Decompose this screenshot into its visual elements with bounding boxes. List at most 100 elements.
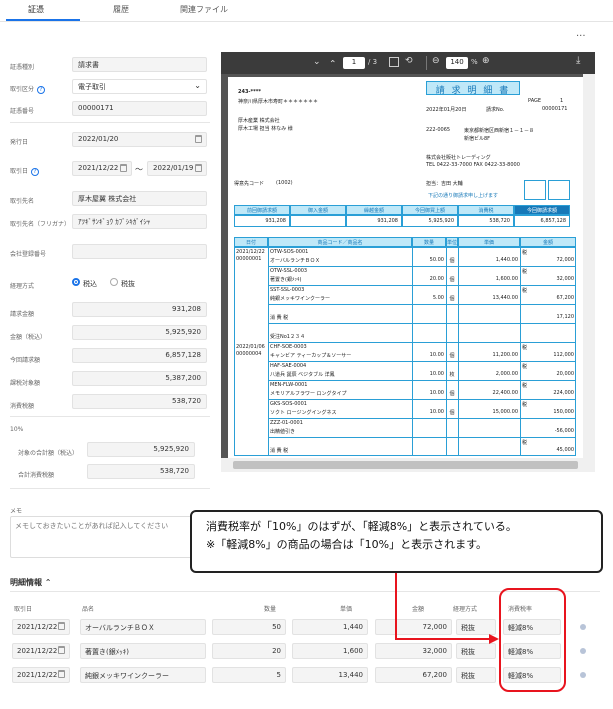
summary-value: 931,208 — [346, 215, 402, 227]
calendar-icon[interactable] — [58, 646, 65, 654]
zoom-out-icon[interactable]: ⊖ — [432, 56, 440, 66]
row-action-icon[interactable] — [580, 624, 586, 630]
chevron-up-icon[interactable]: ⌃ — [45, 578, 52, 587]
this-billing-field[interactable]: 6,857,128 — [72, 348, 207, 363]
horizontal-scrollbar[interactable] — [221, 458, 595, 472]
tax-base-field[interactable]: 5,387,200 — [72, 371, 207, 386]
tab-evidence[interactable]: 証憑 — [28, 4, 44, 15]
row-name-field[interactable]: 純銀メッキワインクーラー — [80, 667, 206, 683]
summary-header: 御入金額 — [290, 205, 346, 215]
tax-method-label: 経理方式 — [10, 283, 35, 290]
amount-taxin-field[interactable]: 5,925,920 — [72, 325, 207, 340]
rate-tax-field[interactable]: 538,720 — [87, 464, 195, 479]
divider — [10, 416, 210, 417]
item-price: 2,000.00 — [495, 371, 518, 377]
row-date-field[interactable]: 2021/12/22 — [12, 643, 70, 659]
row-action-icon[interactable] — [580, 672, 586, 678]
partner-kana-field[interactable]: ｱﾂｷﾞｻﾝｷﾞｮｳ ｶﾌﾞｼｷｶﾞｲｼｬ — [72, 214, 207, 229]
row-price-field[interactable]: 13,440 — [292, 667, 368, 683]
doc-type-field[interactable]: 請求書 — [72, 57, 207, 72]
transaction-type-select[interactable]: 電子取引 ⌄ — [72, 79, 207, 94]
row-amount-field[interactable]: 72,000 — [375, 619, 452, 635]
consumption-tax-label: 消費税額 — [10, 403, 35, 410]
summary-value: 5,925,920 — [402, 215, 458, 227]
next-page-icon[interactable]: ⌄ — [329, 57, 337, 67]
row-date-field[interactable]: 2021/12/22 — [12, 667, 70, 683]
fit-page-icon[interactable] — [389, 57, 399, 67]
transaction-date-to[interactable]: 2022/01/19 — [147, 161, 207, 176]
radio-tax-inclusive[interactable] — [72, 278, 80, 286]
row-action-icon[interactable] — [580, 648, 586, 654]
annotation-arrow — [395, 638, 491, 640]
row-amount-field[interactable]: 32,000 — [375, 643, 452, 659]
zoom-input[interactable]: 140 — [446, 57, 468, 69]
amount-total-field[interactable]: 931,208 — [72, 302, 207, 317]
radio-tax-exclusive[interactable] — [110, 278, 118, 286]
rotate-icon[interactable]: ⟲ — [405, 56, 413, 66]
details-section-title[interactable]: 明細情報 ⌃ — [10, 577, 52, 588]
item-amount: 67,200 — [556, 295, 575, 301]
annotation-callout: 消費税率が「10%」のはずが、「軽減8%」と表示されている。 ※「軽減8%」の商… — [190, 510, 603, 573]
item-price: 11,200.00 — [492, 352, 518, 358]
item-amount: 224,000 — [553, 390, 574, 396]
calendar-icon[interactable] — [58, 670, 65, 678]
row-method-field[interactable]: 税抜 — [456, 619, 496, 635]
tax-rate-highlight — [499, 588, 566, 692]
prev-page-icon[interactable]: ⌄ — [313, 57, 321, 67]
item-qty: 10.00 — [429, 409, 444, 415]
memo-textarea[interactable] — [10, 516, 210, 558]
more-menu-icon[interactable]: ... — [576, 28, 586, 39]
item-tax-mark: 税 — [522, 383, 528, 389]
row-name-field[interactable]: 著置き(銀ﾒｯｷ) — [80, 643, 206, 659]
vertical-scrollbar[interactable] — [583, 74, 595, 458]
row-qty-field[interactable]: 20 — [212, 643, 286, 659]
row-price-field[interactable]: 1,600 — [292, 643, 368, 659]
consumption-tax-field[interactable]: 538,720 — [72, 394, 207, 409]
item-qty: 10.00 — [429, 352, 444, 358]
calendar-icon[interactable] — [195, 164, 202, 172]
issue-date-field[interactable]: 2022/01/20 — [72, 132, 207, 147]
page-number-input[interactable]: 1 — [343, 57, 365, 69]
details-column-header: 金額 — [412, 606, 425, 613]
grid-line — [268, 437, 576, 438]
doc-number-field[interactable]: 00000171 — [72, 101, 207, 116]
row-price-field[interactable]: 1,440 — [292, 619, 368, 635]
row-method-field[interactable]: 税抜 — [456, 643, 496, 659]
calendar-icon[interactable] — [58, 622, 65, 630]
item-amount: 150,000 — [553, 409, 574, 415]
tab-related-files[interactable]: 関連ファイル — [180, 4, 228, 15]
partner-name-field[interactable]: 厚木屋翼 株式会社 — [72, 191, 207, 206]
row-method-field[interactable]: 税抜 — [456, 667, 496, 683]
item-code: OTW-SOS-0001 — [270, 249, 309, 255]
transaction-date-from[interactable]: 2021/12/22 — [72, 161, 132, 176]
row-date-field[interactable]: 2021/12/22 — [12, 619, 70, 635]
grid-line — [268, 247, 269, 456]
item-code: HAF-SAE-0004 — [270, 363, 307, 369]
item-date: 2021/12/22 — [236, 249, 265, 255]
calendar-icon[interactable] — [195, 135, 202, 143]
item-amount: 112,000 — [553, 352, 574, 358]
doc-type-label: 証憑種別 — [10, 64, 35, 71]
row-amount-field[interactable]: 67,200 — [375, 667, 452, 683]
download-icon[interactable]: ⤓ — [576, 55, 580, 66]
registration-no-field[interactable] — [72, 244, 207, 259]
tab-history[interactable]: 履歴 — [113, 4, 129, 15]
rate-tax-label: 合計消費税額 — [18, 472, 55, 479]
zoom-in-icon[interactable]: ⊕ — [482, 56, 490, 66]
item-slip: 00000001 — [236, 256, 262, 262]
grid-line — [268, 323, 576, 324]
grid-line — [268, 399, 576, 400]
rate-target-field[interactable]: 5,925,920 — [87, 442, 195, 457]
item-unit: 枚 — [449, 372, 455, 378]
transaction-date-label: 取引日? — [10, 166, 40, 176]
callout-line-2: ※「軽減8%」の商品の場合は「10%」と表示されます。 — [206, 538, 488, 551]
invoice-date: 2022年01月20日 — [426, 107, 467, 113]
row-qty-field[interactable]: 50 — [212, 619, 286, 635]
row-qty-field[interactable]: 5 — [212, 667, 286, 683]
summary-header: 前回御請求額 — [234, 205, 290, 215]
calendar-icon[interactable] — [120, 164, 127, 172]
row-name-field[interactable]: オーバルランチＢＯＸ — [80, 619, 206, 635]
customer-code: (1002) — [276, 180, 293, 186]
horizontal-scroll-thumb[interactable] — [233, 461, 578, 469]
details-column-header: 単価 — [340, 606, 353, 613]
